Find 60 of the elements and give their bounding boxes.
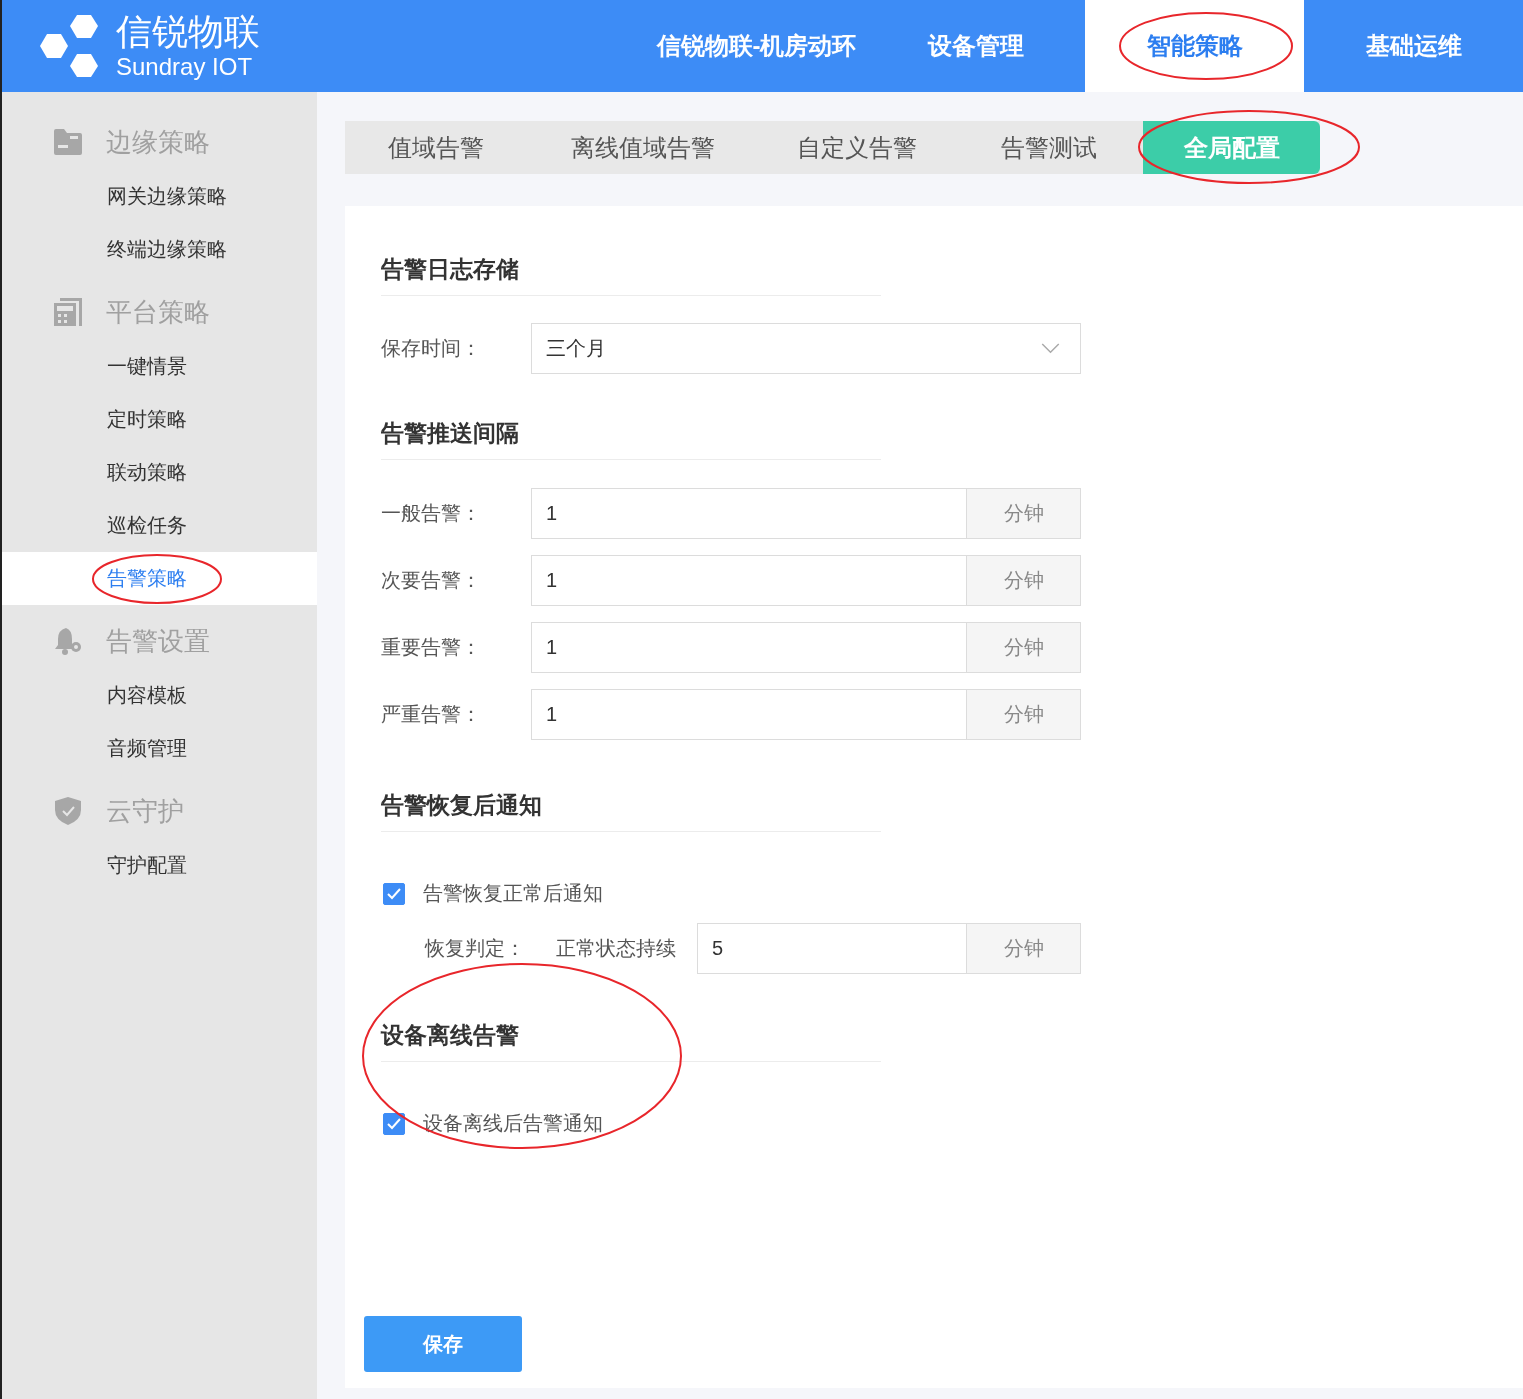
number-input[interactable]: 1 [531, 689, 966, 740]
section-title: 设备离线告警 [381, 1020, 881, 1062]
check-icon [387, 887, 401, 900]
checkbox[interactable] [383, 882, 405, 905]
unit-addon: 分钟 [966, 622, 1081, 673]
unit-addon: 分钟 [966, 689, 1081, 740]
sidebar-item[interactable]: 巡检任务 [2, 499, 317, 552]
sidebar-item-label: 终端边缘策略 [107, 237, 227, 262]
field-label: 次要告警： [381, 568, 482, 593]
sidebar-item-label: 巡检任务 [107, 513, 187, 538]
sidebar-item-label: 联动策略 [107, 460, 187, 485]
number-input[interactable]: 1 [531, 488, 966, 539]
unit-addon: 分钟 [966, 488, 1081, 539]
sidebar-item[interactable]: 一键情景 [2, 340, 317, 393]
logo-title: 信锐物联 [116, 11, 260, 53]
sidebar-item[interactable]: 音频管理 [2, 722, 317, 775]
sidebar-item-label: 音频管理 [107, 736, 187, 761]
sidebar-item[interactable]: 守护配置 [2, 839, 317, 892]
checkbox[interactable] [383, 1112, 405, 1135]
check-icon [387, 1117, 401, 1130]
field-label: 严重告警： [381, 702, 482, 727]
nav-tab[interactable]: 智能策略 [1085, 0, 1304, 92]
duration-prefix: 正常状态持续 [556, 936, 677, 961]
field-label: 恢复判定： [425, 936, 526, 961]
chevron-down-icon [1041, 343, 1060, 354]
sidebar-item[interactable]: 定时策略 [2, 393, 317, 446]
section-title: 告警推送间隔 [381, 418, 881, 460]
logo-subtitle: Sundray IOT [116, 53, 254, 81]
sidebar-item-label: 定时策略 [107, 407, 187, 432]
sidebar-item[interactable]: 联动策略 [2, 446, 317, 499]
bell-gear-icon [54, 627, 82, 655]
sidebar-item[interactable]: 终端边缘策略 [2, 223, 317, 276]
number-input[interactable]: 5 [697, 923, 966, 974]
field-label: 一般告警： [381, 501, 482, 526]
checkbox-label: 设备离线后告警通知 [423, 1111, 603, 1136]
sidebar-item-label: 网关边缘策略 [107, 184, 227, 209]
sidebar-item-label: 内容模板 [107, 683, 187, 708]
tab[interactable]: 值域告警 [345, 121, 527, 174]
unit-addon: 分钟 [966, 555, 1081, 606]
field-label: 重要告警： [381, 635, 482, 660]
number-input[interactable]: 1 [531, 555, 966, 606]
dropdown-select[interactable]: 三个月 [531, 323, 1081, 374]
sidebar-item[interactable]: 网关边缘策略 [2, 170, 317, 223]
sidebar-item-label: 一键情景 [107, 354, 187, 379]
section-title: 告警日志存储 [381, 254, 881, 296]
sidebar-item-label: 告警策略 [107, 566, 187, 591]
folder-icon [54, 128, 82, 156]
number-input[interactable]: 1 [531, 622, 966, 673]
checkbox-label: 告警恢复正常后通知 [423, 881, 603, 906]
tab[interactable]: 告警测试 [955, 121, 1143, 174]
sidebar-item[interactable]: 内容模板 [2, 669, 317, 722]
shield-check-icon [54, 797, 82, 825]
sidebar-item[interactable]: 告警策略 [2, 552, 317, 605]
calculator-icon [54, 298, 82, 326]
field-label: 保存时间： [381, 336, 482, 361]
tab[interactable]: 离线值域告警 [527, 121, 758, 174]
section-title: 告警恢复后通知 [381, 790, 881, 832]
unit-addon: 分钟 [966, 923, 1081, 974]
tab[interactable]: 自定义告警 [758, 121, 955, 174]
sidebar-item-label: 守护配置 [107, 853, 187, 878]
